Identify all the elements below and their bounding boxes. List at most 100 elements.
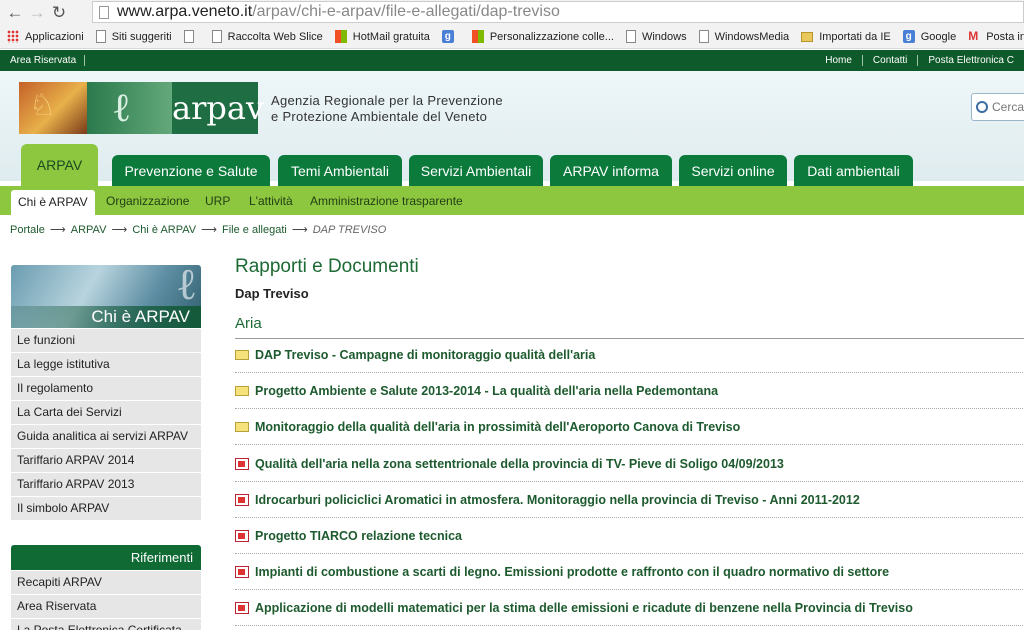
bookmark-label: Windows [641, 30, 687, 43]
browser-toolbar: ← → ↻ www.arpa.veneto.it/arpav/chi-e-arp… [0, 0, 1024, 25]
forward-icon[interactable]: → [26, 2, 48, 24]
breadcrumb-chi-e-arpav[interactable]: Chi è ARPAV [132, 224, 196, 236]
bookmark-google-g[interactable]: g [441, 30, 460, 43]
bookmark-google[interactable]: g Google [902, 30, 956, 43]
sidebar-banner: ℓ Chi è ARPAV [11, 265, 201, 328]
bookmark-label: Siti suggeriti [111, 30, 172, 43]
arrow-icon: ⟶ [46, 224, 69, 236]
sidebar-item-guida[interactable]: Guida analitica ai servizi ARPAV [11, 425, 201, 449]
arrow-icon: ⟶ [288, 224, 311, 236]
main-nav: ARPAV Prevenzione e Salute Temi Ambienta… [0, 144, 1024, 186]
sidebar-item-pec[interactable]: La Posta Elettronica Certificata [11, 619, 201, 630]
doc-link[interactable]: Progetto TIARCO relazione tecnica [255, 529, 462, 543]
breadcrumb-current: DAP TREVISO [312, 224, 387, 236]
tab-arpav[interactable]: ARPAV [21, 144, 98, 186]
pdf-icon [235, 529, 249, 542]
bookmark-label: WindowsMedia [714, 30, 790, 43]
sidebar-item-regolamento[interactable]: Il regolamento [11, 377, 201, 401]
bookmark-blank[interactable] [183, 30, 200, 43]
sidebar-item-area-riservata[interactable]: Area Riservata [11, 595, 201, 619]
sidebar-item-tariffario-2013[interactable]: Tariffario ARPAV 2013 [11, 473, 201, 497]
search-placeholder: Cerca [992, 100, 1024, 114]
page-icon [183, 30, 194, 43]
reload-icon[interactable]: ↻ [48, 2, 70, 24]
subnav-attivita[interactable]: L'attività [249, 194, 293, 208]
arrow-icon: ⟶ [108, 224, 131, 236]
sidebar-item-legge[interactable]: La legge istitutiva [11, 353, 201, 377]
subnav-chi-e-arpav[interactable]: Chi è ARPAV [11, 190, 95, 215]
doc-link[interactable]: Applicazione di modelli matematici per l… [255, 601, 913, 615]
doc-item[interactable]: Impianti di combustione a scarti di legn… [235, 554, 1024, 590]
bookmark-personalizzazione[interactable]: Personalizzazione colle... [471, 30, 614, 43]
subnav-amministrazione[interactable]: Amministrazione trasparente [310, 194, 463, 208]
sidebar-item-recapiti[interactable]: Recapiti ARPAV [11, 571, 201, 595]
bookmark-apps[interactable]: Applicazioni [7, 30, 84, 43]
agency-line: Agenzia Regionale per la Prevenzione [271, 93, 503, 108]
bookmark-importati[interactable]: Importati da IE [801, 31, 891, 43]
doc-link[interactable]: DAP Treviso - Campagne di monitoraggio q… [255, 348, 595, 362]
bookmark-posta[interactable]: M Posta in arrivo [968, 30, 1024, 43]
sidebar-ref-menu: Recapiti ARPAV Area Riservata La Posta E… [11, 571, 201, 630]
section-heading: Aria [235, 315, 1024, 339]
subnav-urp[interactable]: URP [205, 194, 230, 208]
bookmark-windowsmedia[interactable]: WindowsMedia [698, 30, 790, 43]
sidebar-ref-title: Riferimenti [11, 545, 201, 570]
pec-link[interactable]: Posta Elettronica C [917, 55, 1024, 66]
google-icon: g [902, 30, 915, 43]
windows-logo-icon [334, 30, 347, 43]
arrow-icon: ⟶ [198, 224, 220, 236]
contatti-link[interactable]: Contatti [861, 55, 917, 66]
harp-icon: ℓ [175, 265, 197, 310]
folder-icon [235, 421, 249, 432]
breadcrumb-file-allegati[interactable]: File e allegati [222, 224, 287, 236]
google-icon: g [441, 30, 454, 43]
doc-link[interactable]: Progetto Ambiente e Salute 2013-2014 - L… [255, 384, 718, 398]
bookmark-label: Personalizzazione colle... [489, 30, 614, 43]
windows-logo-icon [471, 30, 484, 43]
tab-arpav-informa[interactable]: ARPAV informa [550, 155, 672, 186]
tab-prevenzione-salute[interactable]: Prevenzione e Salute [112, 155, 270, 186]
doc-item[interactable]: Monitoraggio della qualità dell'aria in … [235, 409, 1024, 445]
doc-item[interactable]: Progetto Ambiente e Salute 2013-2014 - L… [235, 373, 1024, 409]
doc-link[interactable]: Qualità dell'aria nella zona settentrion… [255, 457, 784, 471]
subnav-organizzazione[interactable]: Organizzazione [106, 194, 189, 208]
bookmark-label: Posta in arrivo [986, 30, 1024, 43]
agency-name: Agenzia Regionale per la Prevenzione e P… [271, 93, 503, 125]
breadcrumb-portale[interactable]: Portale [10, 224, 45, 236]
sidebar-item-tariffario-2014[interactable]: Tariffario ARPAV 2014 [11, 449, 201, 473]
page-icon [95, 30, 106, 43]
sidebar-item-carta-servizi[interactable]: La Carta dei Servizi [11, 401, 201, 425]
doc-item[interactable]: DAP Treviso - Campagne di monitoraggio q… [235, 337, 1024, 373]
doc-item[interactable]: Idrocarburi policiclici Aromatici in atm… [235, 482, 1024, 518]
folder-icon [235, 385, 249, 396]
bookmark-siti-suggeriti[interactable]: Siti suggeriti [95, 30, 172, 43]
bookmark-label: Raccolta Web Slice [227, 30, 323, 43]
bookmark-hotmail[interactable]: HotMail gratuita [334, 30, 430, 43]
doc-item[interactable]: Applicazione di modelli matematici per l… [235, 590, 1024, 626]
doc-link[interactable]: Monitoraggio della qualità dell'aria in … [255, 420, 740, 434]
arpav-logo[interactable]: ♘ ℓ arpav [19, 82, 264, 134]
doc-item[interactable]: Qualità dell'aria nella zona settentrion… [235, 446, 1024, 482]
address-bar[interactable]: www.arpa.veneto.it/arpav/chi-e-arpav/fil… [92, 1, 1024, 23]
bookmark-web-slice[interactable]: Raccolta Web Slice [211, 30, 323, 43]
breadcrumb-arpav[interactable]: ARPAV [71, 224, 107, 236]
back-icon[interactable]: ← [4, 2, 26, 24]
tab-temi-ambientali[interactable]: Temi Ambientali [278, 155, 402, 186]
tab-servizi-ambientali[interactable]: Servizi Ambientali [409, 155, 543, 186]
bookmark-windows[interactable]: Windows [625, 30, 687, 43]
page-icon [211, 30, 222, 43]
bookmark-label: Applicazioni [25, 30, 84, 43]
doc-link[interactable]: Impianti di combustione a scarti di legn… [255, 565, 889, 579]
doc-item[interactable]: Progetto TIARCO relazione tecnica [235, 518, 1024, 554]
area-riservata-link[interactable]: Area Riservata [10, 55, 86, 66]
sidebar-item-funzioni[interactable]: Le funzioni [11, 329, 201, 353]
search-icon [976, 101, 988, 113]
tab-dati-ambientali[interactable]: Dati ambientali [794, 155, 913, 186]
tab-servizi-online[interactable]: Servizi online [679, 155, 787, 186]
sidebar-item-simbolo[interactable]: Il simbolo ARPAV [11, 497, 201, 521]
sub-nav: Chi è ARPAV Organizzazione URP L'attivit… [0, 186, 1024, 215]
search-input[interactable]: Cerca [971, 93, 1024, 121]
doc-link[interactable]: Idrocarburi policiclici Aromatici in atm… [255, 493, 860, 507]
folder-icon [235, 349, 249, 360]
home-link[interactable]: Home [815, 55, 862, 66]
